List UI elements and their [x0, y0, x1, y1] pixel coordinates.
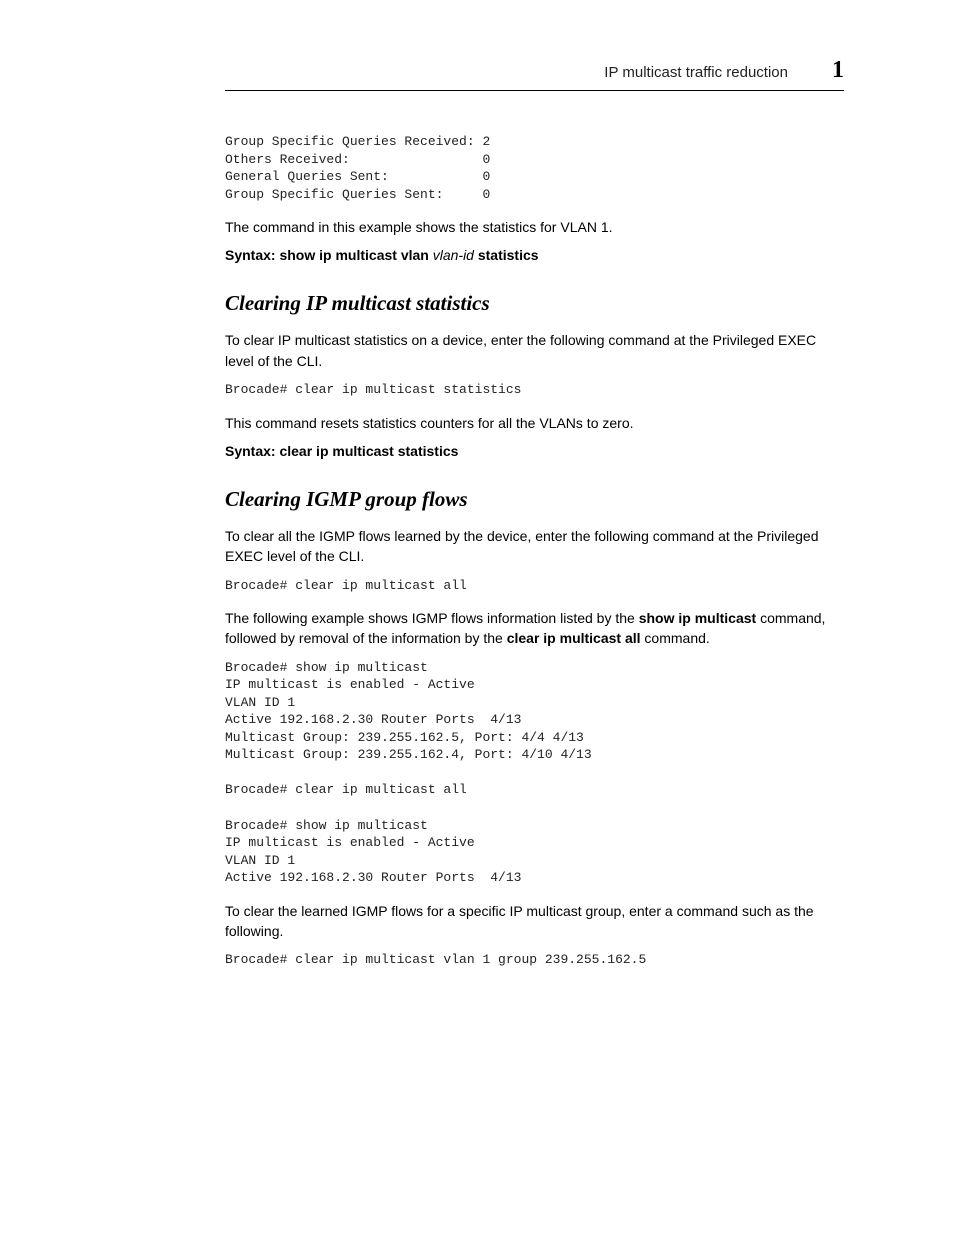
header-title: IP multicast traffic reduction: [604, 64, 788, 81]
cli-code: Brocade# clear ip multicast statistics: [225, 381, 844, 399]
cli-code: Brocade# show ip multicast IP multicast …: [225, 659, 844, 887]
paragraph: To clear IP multicast statistics on a de…: [225, 330, 844, 371]
paragraph: This command resets statistics counters …: [225, 413, 844, 433]
chapter-number: 1: [832, 58, 844, 82]
page: IP multicast traffic reduction 1 Group S…: [0, 0, 954, 1235]
cli-code: Brocade# clear ip multicast all: [225, 577, 844, 595]
text-fragment: The following example shows IGMP flows i…: [225, 610, 639, 626]
syntax-text: Syntax: clear ip multicast statistics: [225, 443, 458, 459]
syntax-suffix: statistics: [478, 247, 539, 263]
syntax-line: Syntax: show ip multicast vlan vlan-id s…: [225, 247, 844, 263]
paragraph: To clear all the IGMP flows learned by t…: [225, 526, 844, 567]
syntax-line: Syntax: clear ip multicast statistics: [225, 443, 844, 459]
stats-output-block: Group Specific Queries Received: 2 Other…: [225, 133, 844, 203]
paragraph: The command in this example shows the st…: [225, 217, 844, 237]
cli-code: Brocade# clear ip multicast vlan 1 group…: [225, 951, 844, 969]
syntax-var: vlan-id: [433, 247, 474, 263]
inline-command: show ip multicast: [639, 610, 756, 626]
section-heading: Clearing IP multicast statistics: [225, 291, 844, 316]
page-header: IP multicast traffic reduction 1: [225, 58, 844, 91]
paragraph: To clear the learned IGMP flows for a sp…: [225, 901, 844, 942]
syntax-prefix: Syntax: show ip multicast vlan: [225, 247, 429, 263]
inline-command: clear ip multicast all: [507, 630, 641, 646]
section-heading: Clearing IGMP group flows: [225, 487, 844, 512]
text-fragment: command.: [641, 630, 710, 646]
paragraph: The following example shows IGMP flows i…: [225, 608, 844, 649]
